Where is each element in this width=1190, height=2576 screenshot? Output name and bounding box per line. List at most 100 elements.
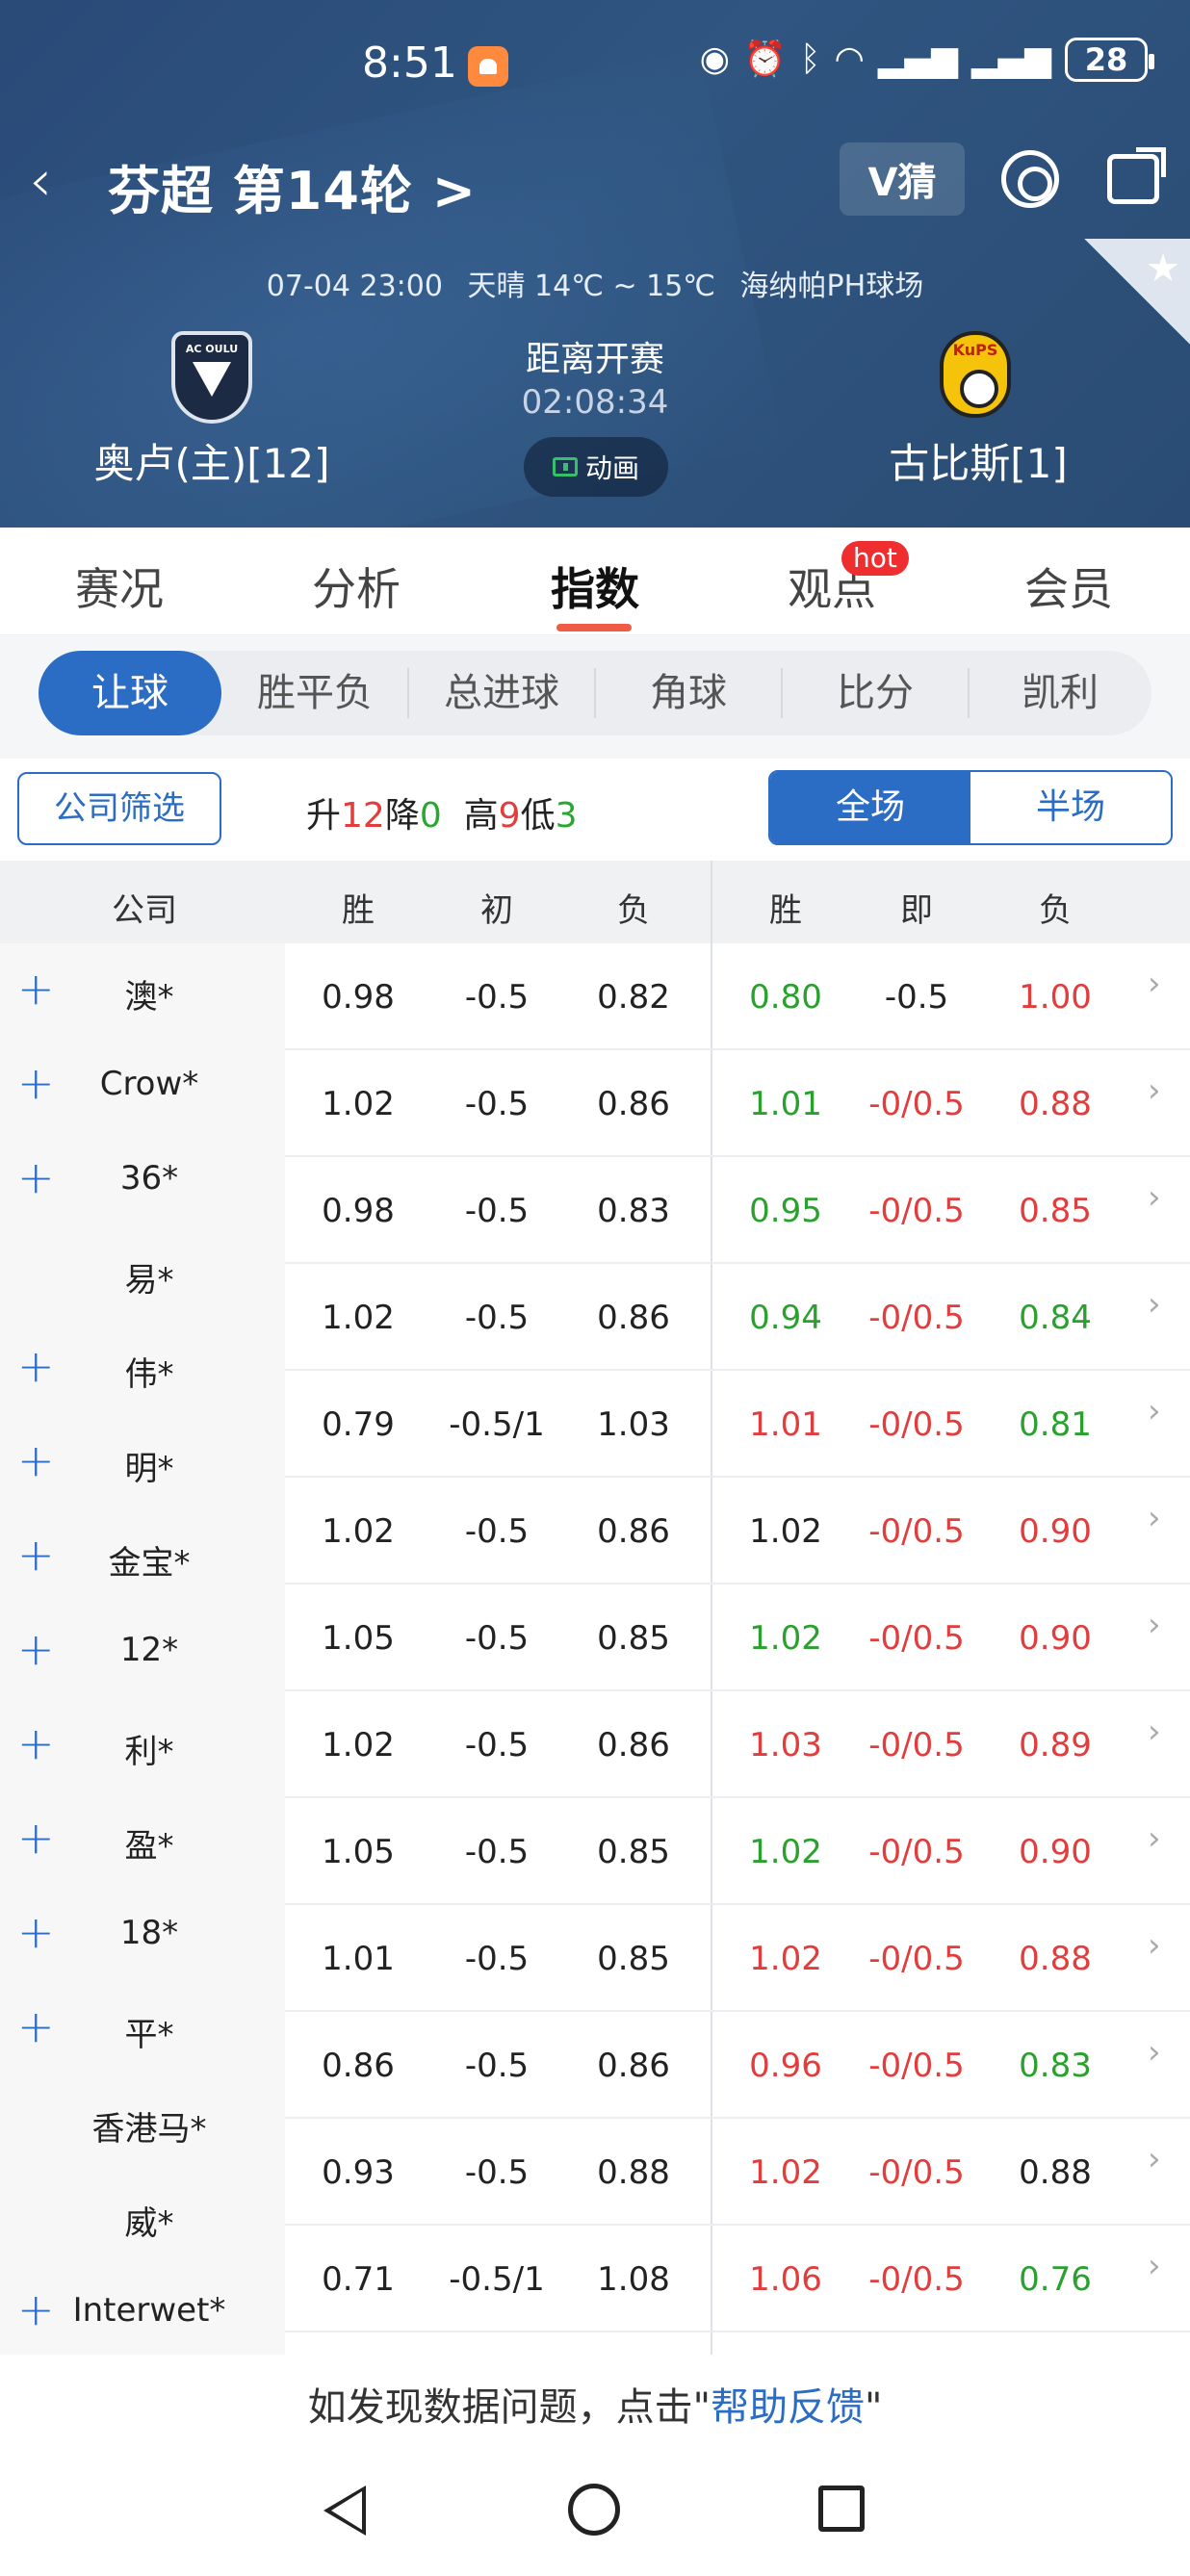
tab-odds[interactable]: 指数 (499, 554, 691, 618)
company-row[interactable]: + 平* (0, 2000, 285, 2081)
company-row[interactable]: + 盈* (0, 1812, 285, 1893)
odds-row[interactable]: 1.05 -0.5 0.85 1.02 -0/0.5 0.90 › (285, 1584, 1190, 1691)
odds-init-lose: 0.85 (597, 1940, 670, 1978)
chevron-right-icon[interactable]: › (1148, 1499, 1161, 1537)
chevron-right-icon[interactable]: › (1148, 1926, 1161, 1965)
tab-analysis[interactable]: 分析 (260, 554, 453, 618)
odds-row[interactable]: 0.98 -0.5 0.82 0.80 -0.5 1.00 › (285, 943, 1190, 1050)
chevron-right-icon[interactable]: › (1148, 1392, 1161, 1430)
company-row[interactable]: 香港马* (0, 2099, 285, 2176)
tab-member[interactable]: 会员 (972, 554, 1165, 618)
company-name: 金宝* (108, 1544, 191, 1583)
odds-live-lose: 0.88 (1019, 1085, 1092, 1123)
odds-row[interactable]: 1.01 -0.5 0.85 1.02 -0/0.5 0.88 › (285, 1905, 1190, 2012)
odds-init-lose: 0.85 (597, 1619, 670, 1658)
chevron-right-icon[interactable]: › (1148, 2033, 1161, 2072)
feedback-bar: 如发现数据问题，点击"帮助反馈" (0, 2355, 1190, 2460)
vguess-button[interactable]: V猜 (840, 142, 965, 216)
odds-row[interactable]: 1.02 -0.5 0.86 0.94 -0/0.5 0.84 › (285, 1264, 1190, 1371)
company-row[interactable]: +36* (0, 1151, 285, 1232)
odds-live-win: 1.01 (749, 1085, 822, 1123)
league-round-title[interactable]: 芬超 第14轮 > (108, 148, 477, 224)
odds-live-lose: 0.83 (1019, 2047, 1092, 2085)
chevron-right-icon[interactable]: › (1148, 1713, 1161, 1751)
company-row[interactable]: +18* (0, 1906, 285, 1987)
full-time-option[interactable]: 全场 (770, 772, 970, 843)
nav-home-icon[interactable] (568, 2484, 620, 2536)
company-row[interactable]: + Crow* (0, 1057, 285, 1138)
company-row[interactable]: + 金宝* (0, 1529, 285, 1610)
up-count: 12 (341, 796, 385, 836)
help-feedback-link[interactable]: 帮助反馈 (711, 2385, 865, 2430)
away-team-logo[interactable]: KuPS (940, 331, 1011, 418)
animation-button[interactable]: 动画 (524, 437, 668, 497)
odds-live-lose: 0.81 (1019, 1405, 1092, 1444)
odds-row[interactable]: 1.02 -0.5 0.86 1.03 -0/0.5 0.89 › (285, 1691, 1190, 1798)
odds-init-win: 1.05 (322, 1619, 395, 1658)
low-count: 3 (555, 796, 578, 836)
odds-live-line: -0/0.5 (868, 2260, 965, 2299)
odds-init-win: 1.02 (322, 1726, 395, 1765)
odds-row[interactable]: 1.02 -0.5 0.86 1.01 -0/0.5 0.88 › (285, 1050, 1190, 1157)
chevron-right-icon[interactable]: › (1148, 1178, 1161, 1217)
tab-live[interactable]: 赛况 (23, 554, 216, 618)
company-name: 盈* (124, 1827, 174, 1866)
nav-back-icon[interactable] (323, 2486, 366, 2536)
odds-init-line: -0.5 (464, 2047, 530, 2085)
company-name: 威* (124, 2204, 174, 2243)
odds-live-line: -0/0.5 (868, 1192, 965, 1230)
header-init-lose: 负 (617, 891, 650, 930)
home-team-logo[interactable]: AC OULU (171, 331, 252, 424)
odds-row[interactable]: 1.05 -0.5 0.85 1.02 -0/0.5 0.90 › (285, 1798, 1190, 1905)
subtab-corners[interactable]: 角球 (597, 651, 780, 735)
odds-init-lose: 1.08 (597, 2260, 670, 2299)
odds-row[interactable]: 0.79 -0.5/1 1.03 1.01 -0/0.5 0.81 › (285, 1371, 1190, 1478)
company-row[interactable]: 威* (0, 2193, 285, 2270)
chevron-right-icon[interactable]: › (1148, 1819, 1161, 1858)
subtab-handicap[interactable]: 让球 (39, 651, 221, 735)
company-row[interactable]: +12* (0, 1623, 285, 1704)
odds-live-win: 0.96 (749, 2047, 822, 2085)
half-time-option[interactable]: 半场 (970, 772, 1171, 843)
odds-init-line: -0.5 (464, 978, 530, 1017)
company-row[interactable]: + 利* (0, 1717, 285, 1798)
subtab-total-goals[interactable]: 总进球 (410, 651, 593, 735)
odds-init-win: 1.01 (322, 1940, 395, 1978)
odds-row[interactable]: 0.93 -0.5 0.88 1.02 -0/0.5 0.88 › (285, 2119, 1190, 2226)
target-icon[interactable] (1001, 150, 1059, 208)
odds-init-line: -0.5/1 (449, 2260, 545, 2299)
odds-row[interactable]: 1.02 -0.5 0.86 1.02 -0/0.5 0.90 › (285, 1478, 1190, 1584)
odds-row[interactable]: 0.98 -0.5 0.83 0.95 -0/0.5 0.85 › (285, 1157, 1190, 1264)
odds-init-win: 1.02 (322, 1512, 395, 1551)
period-toggle: 全场 半场 (768, 770, 1173, 845)
odds-init-lose: 0.86 (597, 1512, 670, 1551)
nav-recents-icon[interactable] (818, 2486, 865, 2532)
chevron-right-icon[interactable]: › (1148, 1606, 1161, 1644)
odds-row[interactable]: 0.86 -0.5 0.86 0.96 -0/0.5 0.83 › (285, 2012, 1190, 2119)
subtab-1x2[interactable]: 胜平负 (223, 651, 406, 735)
away-team-name[interactable]: 古比斯[1] (766, 431, 1190, 490)
odds-init-win: 1.02 (322, 1085, 395, 1123)
company-row[interactable]: + 澳* (0, 963, 285, 1043)
company-filter-button[interactable]: 公司筛选 (17, 772, 221, 845)
chevron-right-icon[interactable]: › (1148, 1285, 1161, 1324)
chevron-right-icon[interactable]: › (1148, 2247, 1161, 2285)
countdown-label: 距离开赛 (525, 340, 664, 379)
odds-init-lose: 0.83 (597, 1192, 670, 1230)
odds-live-line: -0/0.5 (868, 1085, 965, 1123)
chevron-right-icon[interactable]: › (1148, 965, 1161, 1003)
subtab-score[interactable]: 比分 (784, 651, 967, 735)
odds-row[interactable]: 0.71 -0.5/1 1.08 1.06 -0/0.5 0.76 › (285, 2226, 1190, 2332)
chevron-right-icon[interactable]: › (1148, 2140, 1161, 2178)
subtab-kelly[interactable]: 凯利 (969, 651, 1151, 735)
back-icon[interactable]: ‹ (29, 152, 52, 210)
chevron-right-icon[interactable]: › (1148, 1071, 1161, 1110)
home-team-name[interactable]: 奥卢(主)[12] (0, 431, 424, 490)
company-row[interactable]: 易* (0, 1249, 285, 1327)
company-row[interactable]: + 明* (0, 1434, 285, 1515)
4g-signal-icon: ▂▄▆ (970, 39, 1051, 79)
company-row[interactable]: + Interwet* (0, 2283, 285, 2364)
company-name: 易* (124, 1261, 174, 1300)
share-icon[interactable] (1107, 154, 1159, 204)
company-row[interactable]: + 伟* (0, 1340, 285, 1421)
